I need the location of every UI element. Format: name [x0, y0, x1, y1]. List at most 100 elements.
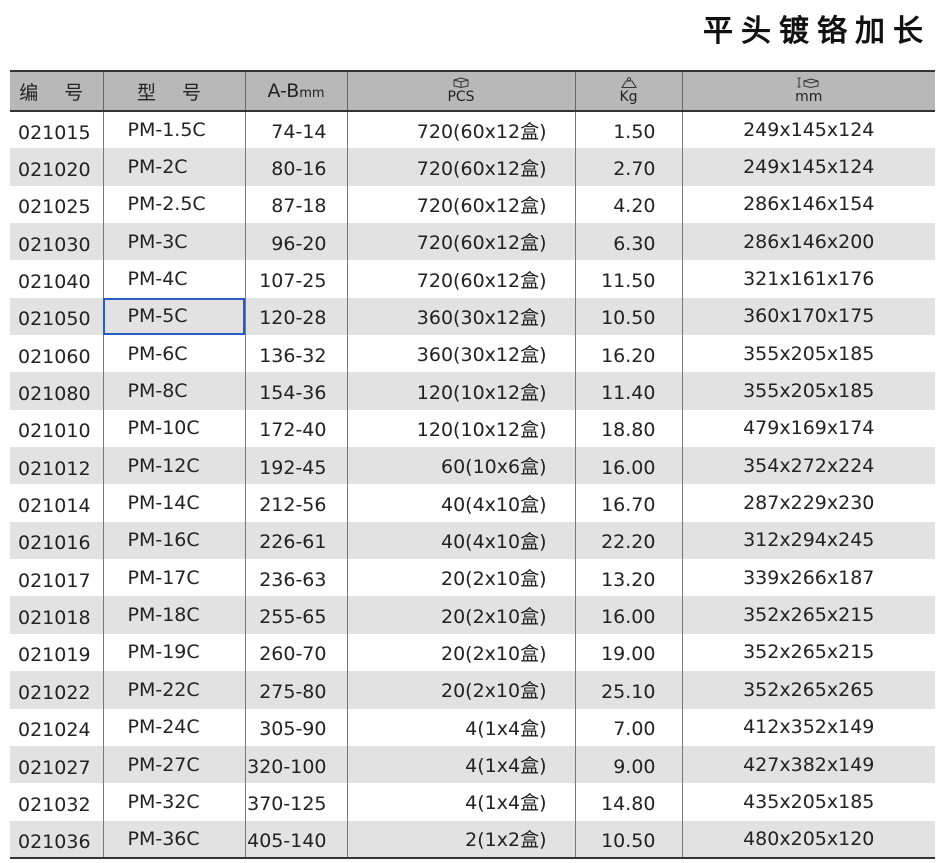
- cell-kg[interactable]: 16.00: [574, 447, 682, 485]
- cell-ab[interactable]: 236-63: [244, 559, 347, 597]
- cell-pcs[interactable]: 720(60x12盒): [346, 148, 575, 186]
- cell-code[interactable]: 021010: [10, 410, 103, 447]
- cell-ab[interactable]: 172-40: [244, 409, 347, 448]
- cell-ab[interactable]: 74-14: [244, 111, 347, 149]
- cell-ab[interactable]: 107-25: [244, 260, 347, 298]
- cell-code[interactable]: 021025: [10, 186, 103, 223]
- cell-dims[interactable]: 354x272x224: [681, 447, 935, 485]
- cell-model-selected[interactable]: PM-5C: [102, 297, 245, 336]
- cell-kg[interactable]: 7.00: [574, 708, 682, 746]
- cell-dims[interactable]: 427x382x149: [681, 745, 935, 784]
- cell-model[interactable]: PM-17C: [102, 559, 245, 597]
- cell-dims[interactable]: 480x205x120: [681, 820, 935, 859]
- cell-kg[interactable]: 18.80: [574, 409, 682, 448]
- cell-pcs[interactable]: 20(2x10盒): [346, 671, 575, 709]
- cell-pcs[interactable]: 120(10x12盒): [346, 409, 575, 448]
- cell-code[interactable]: 021018: [10, 596, 103, 633]
- cell-pcs[interactable]: 2(1x2盒): [346, 820, 575, 859]
- cell-pcs[interactable]: 720(60x12盒): [346, 185, 575, 224]
- cell-code[interactable]: 021027: [10, 746, 103, 783]
- cell-ab[interactable]: 255-65: [244, 596, 347, 634]
- cell-kg[interactable]: 10.50: [574, 297, 682, 336]
- cell-dims[interactable]: 286x146x154: [681, 185, 935, 224]
- cell-kg[interactable]: 22.20: [574, 521, 682, 560]
- cell-dims[interactable]: 355x205x185: [681, 372, 935, 410]
- cell-code[interactable]: 021036: [10, 820, 103, 859]
- cell-dims[interactable]: 360x170x175: [681, 297, 935, 336]
- cell-dims[interactable]: 352x265x215: [681, 633, 935, 672]
- cell-dims[interactable]: 321x161x176: [681, 260, 935, 298]
- cell-dims[interactable]: 286x146x200: [681, 223, 935, 261]
- cell-code[interactable]: 021015: [10, 111, 103, 148]
- cell-kg[interactable]: 2.70: [574, 148, 682, 186]
- cell-pcs[interactable]: 360(30x12盒): [346, 335, 575, 373]
- cell-model[interactable]: PM-6C: [102, 335, 245, 373]
- cell-model[interactable]: PM-24C: [102, 708, 245, 746]
- cell-code[interactable]: 021030: [10, 223, 103, 260]
- cell-model[interactable]: PM-22C: [102, 671, 245, 709]
- cell-kg[interactable]: 14.80: [574, 783, 682, 821]
- cell-kg[interactable]: 1.50: [574, 111, 682, 149]
- cell-model[interactable]: PM-3C: [102, 223, 245, 261]
- cell-model[interactable]: PM-16C: [102, 521, 245, 560]
- cell-dims[interactable]: 352x265x215: [681, 596, 935, 634]
- cell-dims[interactable]: 412x352x149: [681, 708, 935, 746]
- cell-model[interactable]: PM-18C: [102, 596, 245, 634]
- cell-code[interactable]: 021050: [10, 298, 103, 335]
- cell-pcs[interactable]: 720(60x12盒): [346, 260, 575, 298]
- cell-kg[interactable]: 16.00: [574, 596, 682, 634]
- cell-dims[interactable]: 339x266x187: [681, 559, 935, 597]
- cell-code[interactable]: 021012: [10, 447, 103, 484]
- cell-kg[interactable]: 16.20: [574, 335, 682, 373]
- cell-ab[interactable]: 192-45: [244, 447, 347, 485]
- cell-dims[interactable]: 287x229x230: [681, 484, 935, 522]
- cell-dims[interactable]: 355x205x185: [681, 335, 935, 373]
- cell-ab[interactable]: 226-61: [244, 521, 347, 560]
- cell-dims[interactable]: 479x169x174: [681, 409, 935, 448]
- cell-ab[interactable]: 405-140: [244, 820, 347, 859]
- cell-kg[interactable]: 9.00: [574, 745, 682, 784]
- cell-model[interactable]: PM-32C: [102, 783, 245, 821]
- cell-kg[interactable]: 11.50: [574, 260, 682, 298]
- cell-ab[interactable]: 154-36: [244, 372, 347, 410]
- cell-model[interactable]: PM-10C: [102, 409, 245, 448]
- cell-kg[interactable]: 13.20: [574, 559, 682, 597]
- cell-dims[interactable]: 312x294x245: [681, 521, 935, 560]
- cell-pcs[interactable]: 4(1x4盒): [346, 708, 575, 746]
- cell-model[interactable]: PM-36C: [102, 820, 245, 859]
- cell-kg[interactable]: 10.50: [574, 820, 682, 859]
- cell-pcs[interactable]: 20(2x10盒): [346, 559, 575, 597]
- cell-ab[interactable]: 260-70: [244, 633, 347, 672]
- cell-model[interactable]: PM-2C: [102, 148, 245, 186]
- cell-kg[interactable]: 6.30: [574, 223, 682, 261]
- cell-model[interactable]: PM-2.5C: [102, 185, 245, 224]
- cell-dims[interactable]: 435x205x185: [681, 783, 935, 821]
- cell-model[interactable]: PM-12C: [102, 447, 245, 485]
- cell-ab[interactable]: 136-32: [244, 335, 347, 373]
- cell-code[interactable]: 021060: [10, 335, 103, 372]
- cell-pcs[interactable]: 20(2x10盒): [346, 596, 575, 634]
- cell-pcs[interactable]: 4(1x4盒): [346, 783, 575, 821]
- cell-pcs[interactable]: 60(10x6盒): [346, 447, 575, 485]
- cell-ab[interactable]: 87-18: [244, 185, 347, 224]
- cell-pcs[interactable]: 4(1x4盒): [346, 745, 575, 784]
- cell-dims[interactable]: 249x145x124: [681, 148, 935, 186]
- cell-kg[interactable]: 16.70: [574, 484, 682, 522]
- cell-ab[interactable]: 80-16: [244, 148, 347, 186]
- cell-kg[interactable]: 25.10: [574, 671, 682, 709]
- cell-pcs[interactable]: 40(4x10盒): [346, 484, 575, 522]
- cell-ab[interactable]: 212-56: [244, 484, 347, 522]
- cell-model[interactable]: PM-8C: [102, 372, 245, 410]
- cell-model[interactable]: PM-14C: [102, 484, 245, 522]
- cell-code[interactable]: 021024: [10, 709, 103, 746]
- cell-code[interactable]: 021020: [10, 148, 103, 185]
- cell-kg[interactable]: 11.40: [574, 372, 682, 410]
- cell-code[interactable]: 021016: [10, 522, 103, 559]
- cell-code[interactable]: 021022: [10, 671, 103, 708]
- cell-code[interactable]: 021040: [10, 260, 103, 297]
- cell-ab[interactable]: 120-28: [244, 297, 347, 336]
- cell-code[interactable]: 021017: [10, 559, 103, 596]
- cell-ab[interactable]: 305-90: [244, 708, 347, 746]
- cell-ab[interactable]: 370-125: [244, 783, 347, 821]
- cell-ab[interactable]: 320-100: [244, 745, 347, 784]
